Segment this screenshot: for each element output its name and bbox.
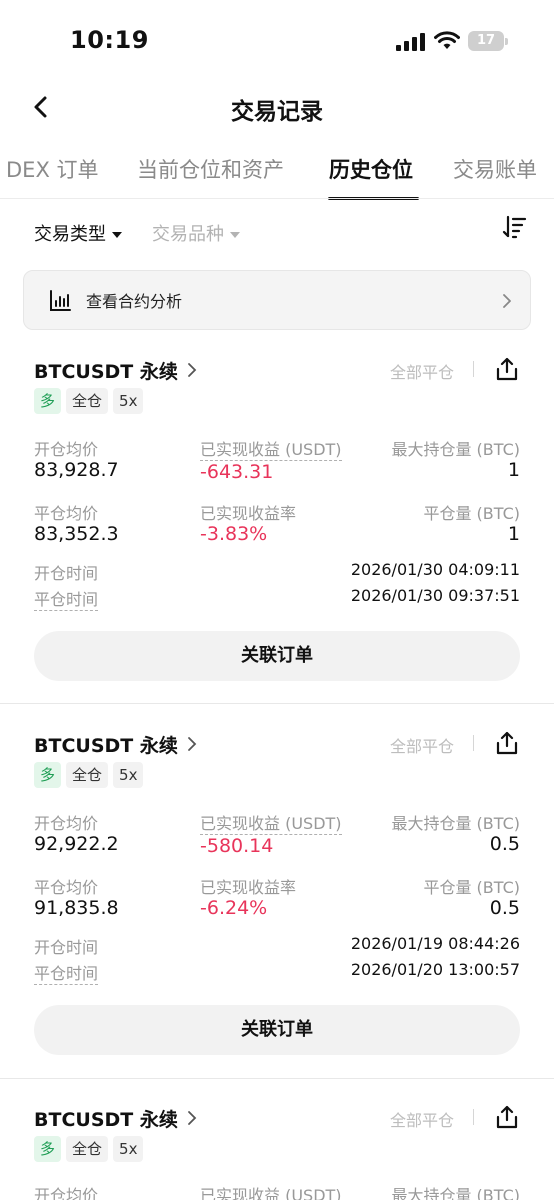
divider xyxy=(0,198,554,199)
related-orders-button[interactable]: 关联订单 xyxy=(34,1005,520,1055)
closed-amount-value: 0.5 xyxy=(489,897,520,919)
max-position-label: 最大持仓量 (BTC) xyxy=(391,814,520,833)
direction-tag: 多 xyxy=(34,1136,62,1162)
position-symbol[interactable]: BTCUSDT 永续 xyxy=(34,357,178,384)
share-icon[interactable] xyxy=(494,730,520,756)
close-all-button[interactable]: 全部平仓 xyxy=(390,733,454,757)
open-time-label: 开仓时间 xyxy=(34,938,99,957)
realized-pnl-value: -643.31 xyxy=(200,461,274,483)
share-icon[interactable] xyxy=(494,356,520,382)
realized-pnl-rate-value: -6.24% xyxy=(200,897,268,919)
position-card: BTCUSDT 永续 全部平仓 多全仓 5x 开仓均价 已实现收益 (USDT) … xyxy=(0,1100,554,1200)
divider xyxy=(0,703,554,704)
realized-pnl-label[interactable]: 已实现收益 (USDT) xyxy=(200,814,342,835)
closed-amount-label: 平仓量 (BTC) xyxy=(423,878,520,897)
open-avg-value: 92,922.2 xyxy=(34,833,119,855)
close-avg-value: 83,352.3 xyxy=(34,523,119,545)
position-card: BTCUSDT 永续 全部平仓 多全仓 5x 开仓均价 已实现收益 (USDT) … xyxy=(0,726,554,1076)
open-avg-value: 83,928.7 xyxy=(34,459,119,481)
related-orders-button[interactable]: 关联订单 xyxy=(34,631,520,681)
max-position-label: 最大持仓量 (BTC) xyxy=(391,1186,520,1200)
tab-current-positions[interactable]: 当前仓位和资产 xyxy=(137,154,284,184)
trade-type-label: 交易类型 xyxy=(34,224,106,245)
realized-pnl-rate-label: 已实现收益率 xyxy=(200,504,297,523)
close-time-value: 2026/01/30 09:37:51 xyxy=(350,586,520,605)
realized-pnl-rate-value: -3.83% xyxy=(200,523,268,545)
status-time: 10:19 xyxy=(70,26,149,54)
position-symbol[interactable]: BTCUSDT 永续 xyxy=(34,731,178,758)
caret-down-icon xyxy=(112,232,122,238)
closed-amount-label: 平仓量 (BTC) xyxy=(423,504,520,523)
realized-pnl-value: -580.14 xyxy=(200,835,274,857)
open-avg-label: 开仓均价 xyxy=(34,814,99,833)
page-title: 交易记录 xyxy=(231,99,323,125)
open-avg-label: 开仓均价 xyxy=(34,1186,99,1200)
leverage-tag: 5x xyxy=(113,762,144,788)
position-symbol[interactable]: BTCUSDT 永续 xyxy=(34,1105,178,1132)
margin-mode-tag: 全仓 xyxy=(66,762,109,788)
realized-pnl-label[interactable]: 已实现收益 (USDT) xyxy=(200,1186,342,1200)
caret-down-icon xyxy=(230,232,240,238)
max-position-value: 1 xyxy=(507,459,520,481)
open-time-value: 2026/01/30 04:09:11 xyxy=(350,560,520,579)
close-avg-label: 平仓均价 xyxy=(34,504,99,523)
realized-pnl-rate-label: 已实现收益率 xyxy=(200,878,297,897)
instrument-label: 交易品种 xyxy=(152,224,224,245)
chevron-right-icon[interactable] xyxy=(186,1110,198,1126)
realized-pnl-label[interactable]: 已实现收益 (USDT) xyxy=(200,440,342,461)
max-position-value: 0.5 xyxy=(489,833,520,855)
instrument-filter[interactable]: 交易品种 xyxy=(152,220,240,246)
close-time-label[interactable]: 平仓时间 xyxy=(34,590,99,611)
direction-tag: 多 xyxy=(34,762,62,788)
margin-mode-tag: 全仓 xyxy=(66,1136,109,1162)
close-all-button[interactable]: 全部平仓 xyxy=(390,359,454,383)
page-header: 交易记录 xyxy=(0,80,554,136)
open-time-value: 2026/01/19 08:44:26 xyxy=(350,934,520,953)
close-avg-value: 91,835.8 xyxy=(34,897,119,919)
sort-icon[interactable] xyxy=(502,214,528,240)
tab-bar: DEX 订单 当前仓位和资产 历史仓位 交易账单 xyxy=(0,140,554,200)
leverage-tag: 5x xyxy=(113,388,144,414)
close-time-value: 2026/01/20 13:00:57 xyxy=(350,960,520,979)
chevron-right-icon xyxy=(503,294,511,308)
chevron-right-icon[interactable] xyxy=(186,736,198,752)
closed-amount-value: 1 xyxy=(507,523,520,545)
contract-analysis-label: 查看合约分析 xyxy=(86,292,183,311)
bar-chart-icon xyxy=(50,290,71,311)
max-position-label: 最大持仓量 (BTC) xyxy=(391,440,520,459)
tab-position-history[interactable]: 历史仓位 xyxy=(329,154,413,184)
divider xyxy=(473,735,474,751)
divider xyxy=(473,361,474,377)
filter-bar: 交易类型 交易品种 xyxy=(0,210,554,254)
position-tags: 多全仓 5x xyxy=(34,388,148,416)
position-tags: 多全仓 5x xyxy=(34,762,148,790)
close-time-label[interactable]: 平仓时间 xyxy=(34,964,99,985)
cellular-signal-icon xyxy=(396,33,425,51)
battery-level: 17 xyxy=(476,33,496,48)
margin-mode-tag: 全仓 xyxy=(66,388,109,414)
close-avg-label: 平仓均价 xyxy=(34,878,99,897)
share-icon[interactable] xyxy=(494,1104,520,1130)
open-time-label: 开仓时间 xyxy=(34,564,99,583)
chevron-right-icon[interactable] xyxy=(186,362,198,378)
position-card: BTCUSDT 永续 全部平仓 多全仓 5x 开仓均价 已实现收益 (USDT) … xyxy=(0,352,554,702)
open-avg-label: 开仓均价 xyxy=(34,440,99,459)
position-tags: 多全仓 5x xyxy=(34,1136,148,1164)
status-bar: 10:19 17 xyxy=(0,0,554,80)
leverage-tag: 5x xyxy=(113,1136,144,1162)
contract-analysis-link[interactable]: 查看合约分析 xyxy=(23,270,531,330)
divider xyxy=(0,1078,554,1079)
direction-tag: 多 xyxy=(34,388,62,414)
close-all-button[interactable]: 全部平仓 xyxy=(390,1107,454,1131)
battery-icon: 17 xyxy=(468,31,508,51)
tab-trade-bills[interactable]: 交易账单 xyxy=(453,154,537,184)
wifi-icon xyxy=(434,31,460,49)
trade-type-filter[interactable]: 交易类型 xyxy=(34,220,122,246)
tab-dex-orders[interactable]: DEX 订单 xyxy=(6,154,99,184)
divider xyxy=(473,1109,474,1125)
